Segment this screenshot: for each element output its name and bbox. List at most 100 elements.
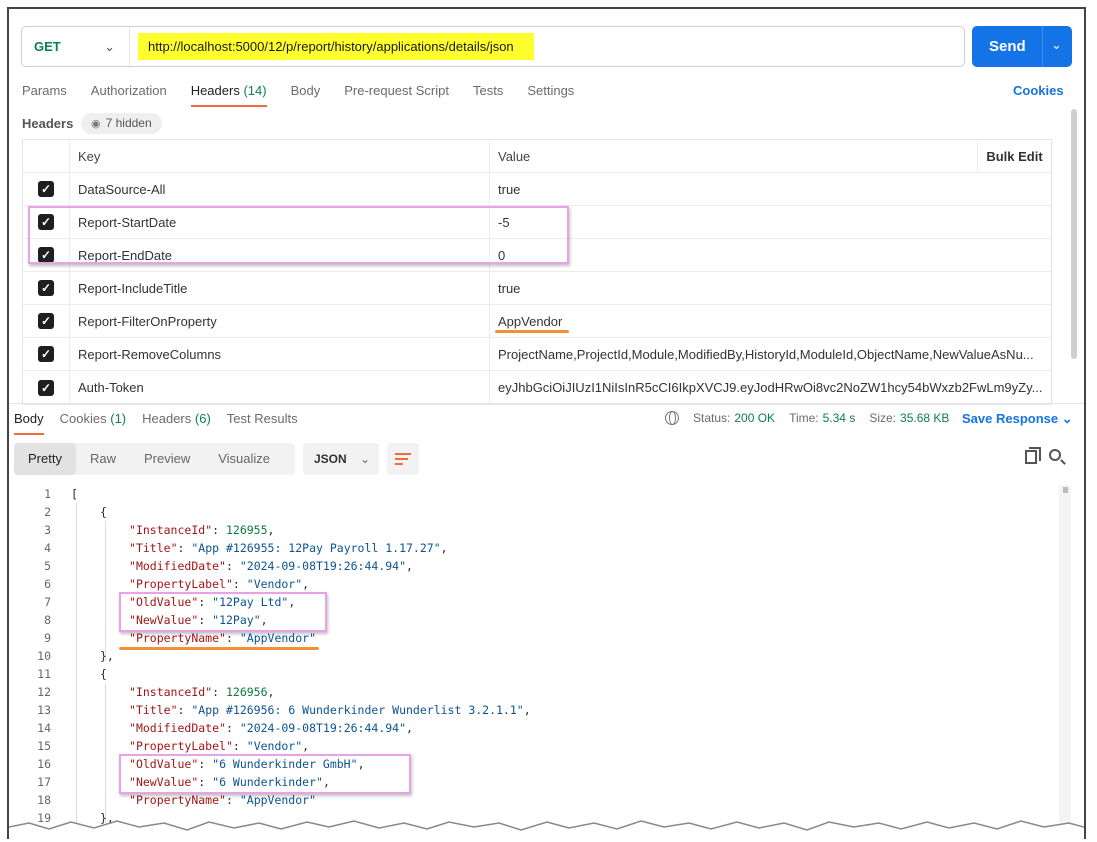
- bulk-edit-button[interactable]: Bulk Edit: [977, 140, 1051, 172]
- highlight-values-1: [119, 592, 327, 632]
- request-tabs: Params Authorization Headers (14) Body P…: [22, 83, 598, 107]
- header-key-cell[interactable]: DataSource-All: [70, 173, 490, 205]
- send-label: Send: [989, 38, 1026, 55]
- highlight-date-headers: [28, 206, 569, 264]
- header-value-cell[interactable]: true: [490, 173, 1051, 205]
- request-bar: GET ⌄ http://localhost:5000/12/p/report/…: [21, 26, 965, 67]
- view-mode-bar: Pretty Raw Preview Visualize: [14, 443, 295, 475]
- status-value[interactable]: 200 OK: [734, 411, 775, 425]
- json-key: Title: [135, 541, 171, 555]
- header-value-cell[interactable]: ProjectName,ProjectId,Module,ModifiedBy,…: [490, 338, 1051, 370]
- code-text: "ModifiedDate": "2024-09-08T19:26:44.94"…: [129, 721, 413, 735]
- line-number: 7: [44, 595, 51, 609]
- size-value[interactable]: 35.68 KB: [900, 411, 949, 425]
- header-value-cell[interactable]: true: [490, 272, 1051, 304]
- code-line: 13 "Title": "App #126956: 6 Wunderkinder …: [9, 701, 1059, 719]
- checkbox-checked[interactable]: ✓: [38, 280, 54, 296]
- line-number: 2: [44, 505, 51, 519]
- tab-pre-request-script[interactable]: Pre-request Script: [344, 83, 449, 107]
- tab-response-headers[interactable]: Headers (6): [142, 411, 211, 426]
- view-preview[interactable]: Preview: [130, 443, 204, 475]
- table-row: ✓ DataSource-All true: [23, 173, 1051, 206]
- json-string: 2024-09-08T19:26:44.94: [246, 721, 400, 735]
- torn-edge: [9, 820, 1084, 839]
- search-icon[interactable]: [1049, 449, 1061, 461]
- header-value-cell[interactable]: -5: [490, 206, 1051, 238]
- chevron-down-icon: ⌄: [104, 39, 115, 54]
- table-row: ✓ Report-IncludeTitle true: [23, 272, 1051, 305]
- chevron-down-icon[interactable]: ⌄: [1051, 37, 1062, 53]
- tab-response-body[interactable]: Body: [14, 411, 44, 435]
- header-key-cell[interactable]: Report-RemoveColumns: [70, 338, 490, 370]
- json-number: 126955: [225, 523, 268, 537]
- json-key: Title: [135, 703, 171, 717]
- json-string: 2024-09-08T19:26:44.94: [246, 559, 400, 573]
- underline-propertyname: [119, 647, 319, 650]
- checkbox-checked[interactable]: ✓: [38, 313, 54, 329]
- checkbox-checked[interactable]: ✓: [38, 346, 54, 362]
- json-string: App #126956: 6 Wunderkinder Wunderlist 3…: [198, 703, 517, 717]
- checkbox-checked[interactable]: ✓: [38, 181, 54, 197]
- save-response-button[interactable]: Save Response ⌄: [962, 411, 1073, 427]
- chevron-down-icon: ⌄: [359, 452, 370, 466]
- line-number: 16: [37, 757, 51, 771]
- code-line: 1[: [9, 485, 1059, 503]
- method-select[interactable]: GET ⌄: [22, 27, 130, 66]
- line-number: 1: [44, 487, 51, 501]
- code-text: "PropertyLabel": "Vendor",: [129, 577, 310, 591]
- tab-test-results[interactable]: Test Results: [227, 411, 298, 426]
- send-divider: [1042, 26, 1043, 67]
- code-line: 2{: [9, 503, 1059, 521]
- code-line: 11 {: [9, 665, 1059, 683]
- url-input[interactable]: http://localhost:5000/12/p/report/histor…: [138, 33, 534, 60]
- headers-scrollbar[interactable]: [1071, 109, 1077, 359]
- tab-params[interactable]: Params: [22, 83, 67, 107]
- header-value-cell[interactable]: 0: [490, 239, 1051, 271]
- checkbox-checked[interactable]: ✓: [38, 379, 54, 396]
- view-raw[interactable]: Raw: [76, 443, 130, 475]
- header-key-cell[interactable]: Report-IncludeTitle: [70, 272, 490, 304]
- header-value-cell[interactable]: eyJhbGciOiJIUzI1NiIsInR5cCI6IkpXVCJ9.eyJ…: [490, 371, 1051, 404]
- copy-icon[interactable]: [1025, 447, 1041, 464]
- cookies-link[interactable]: Cookies: [1013, 83, 1064, 98]
- globe-icon[interactable]: [665, 411, 679, 425]
- tab-settings[interactable]: Settings: [527, 83, 574, 107]
- code-text: [: [71, 487, 78, 501]
- line-number: 5: [44, 559, 51, 573]
- line-number: 9: [44, 631, 51, 645]
- table-row: ✓ Report-FilterOnProperty AppVendor: [23, 305, 1051, 338]
- tab-response-cookies[interactable]: Cookies (1): [60, 411, 126, 426]
- pane-divider[interactable]: [9, 403, 1084, 404]
- json-number: 126956: [225, 685, 268, 699]
- time-value[interactable]: 5.34 s: [823, 411, 856, 425]
- headers-table: Key Value Bulk Edit ✓ DataSource-All tru…: [22, 139, 1052, 405]
- format-select[interactable]: JSON ⌄: [303, 443, 379, 475]
- tab-tests[interactable]: Tests: [473, 83, 503, 107]
- tab-body[interactable]: Body: [291, 83, 321, 107]
- view-visualize[interactable]: Visualize: [204, 443, 284, 475]
- line-number: 4: [44, 541, 51, 555]
- json-key: PropertyName: [135, 631, 220, 645]
- tab-headers[interactable]: Headers (14): [190, 83, 267, 107]
- view-pretty[interactable]: Pretty: [14, 443, 76, 475]
- code-line: 12 "InstanceId": 126956,: [9, 683, 1059, 701]
- code-line: 15 "PropertyLabel": "Vendor",: [9, 737, 1059, 755]
- line-number: 12: [37, 685, 51, 699]
- send-button[interactable]: Send ⌄: [972, 26, 1072, 67]
- chevron-down-icon: ⌄: [1061, 411, 1073, 426]
- line-number: 11: [37, 667, 51, 681]
- header-value-cell[interactable]: AppVendor: [490, 305, 1051, 337]
- line-number: 18: [37, 793, 51, 807]
- code-scrollbar[interactable]: [1059, 485, 1071, 839]
- code-text: "ModifiedDate": "2024-09-08T19:26:44.94"…: [129, 559, 413, 573]
- table-row: ✓ Auth-Token eyJhbGciOiJIUzI1NiIsInR5cCI…: [23, 371, 1051, 404]
- hidden-headers-toggle[interactable]: ◉ 7 hidden: [81, 113, 162, 134]
- eye-icon: ◉: [91, 118, 101, 130]
- wrap-lines-button[interactable]: [387, 443, 419, 475]
- header-key-cell[interactable]: Auth-Token: [70, 371, 490, 404]
- line-number: 3: [44, 523, 51, 537]
- header-key-cell[interactable]: Report-FilterOnProperty: [70, 305, 490, 337]
- code-text: },: [100, 649, 114, 663]
- table-row: ✓ Report-RemoveColumns ProjectName,Proje…: [23, 338, 1051, 371]
- tab-authorization[interactable]: Authorization: [91, 83, 167, 107]
